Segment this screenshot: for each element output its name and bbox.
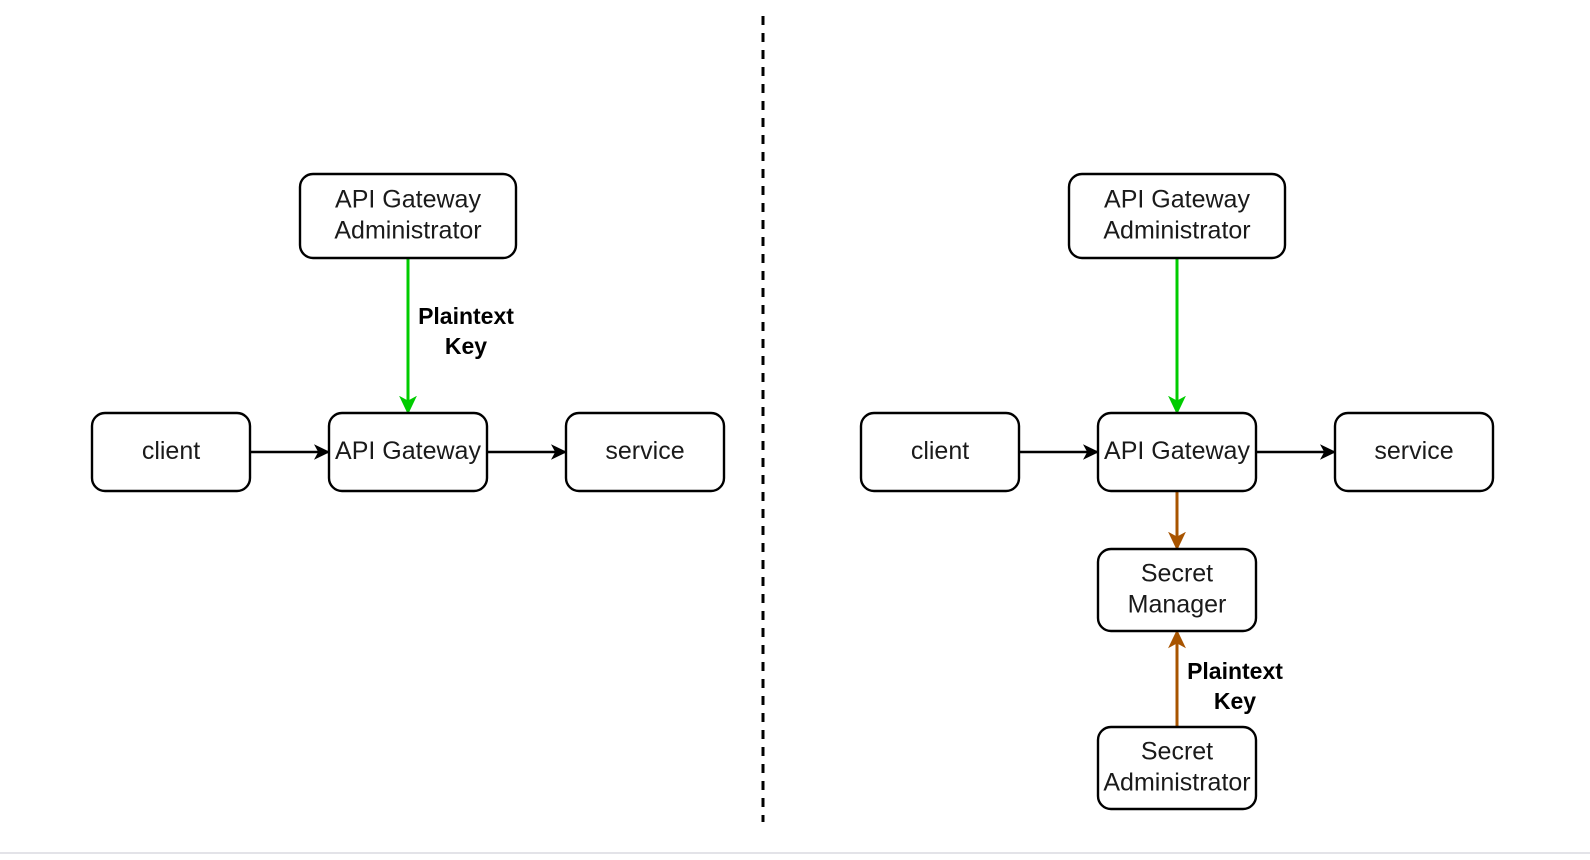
node-api-gateway-label: API Gateway <box>1104 437 1250 465</box>
node-api-gateway-administrator[interactable]: API Gateway Administrator <box>298 172 518 260</box>
node-api-gateway[interactable]: API Gateway <box>1096 411 1258 493</box>
node-api-gateway[interactable]: API Gateway <box>327 411 489 493</box>
node-service-label: service <box>1374 437 1453 465</box>
node-service[interactable]: service <box>1333 411 1495 493</box>
edge-administrator-to-api-gateway-label: Plaintext Key <box>418 303 514 359</box>
node-client[interactable]: client <box>90 411 252 493</box>
node-api-gateway-administrator[interactable]: API Gateway Administrator <box>1067 172 1287 260</box>
node-client-label: client <box>911 437 969 465</box>
node-service[interactable]: service <box>564 411 726 493</box>
node-client[interactable]: client <box>859 411 1021 493</box>
node-client-label: client <box>142 437 200 465</box>
architecture-diagram: API Gateway Administrator client API Gatewa… <box>0 16 1590 854</box>
node-api-gateway-label: API Gateway <box>335 437 481 465</box>
edge-secret-administrator-to-secret-manager-label: Plaintext Key <box>1187 658 1283 714</box>
edges-layer <box>250 258 1337 727</box>
node-secret-manager[interactable]: Secret Manager <box>1096 547 1258 633</box>
nodes-layer: API Gateway Administrator client API Gatewa… <box>90 172 1495 811</box>
node-secret-administrator[interactable]: Secret Administrator <box>1096 725 1258 811</box>
edge-labels-layer: Plaintext Key Plaintext Key <box>418 303 1283 714</box>
node-service-label: service <box>605 437 684 465</box>
diagram-canvas: API Gateway Administrator client API Gatewa… <box>0 0 1590 860</box>
